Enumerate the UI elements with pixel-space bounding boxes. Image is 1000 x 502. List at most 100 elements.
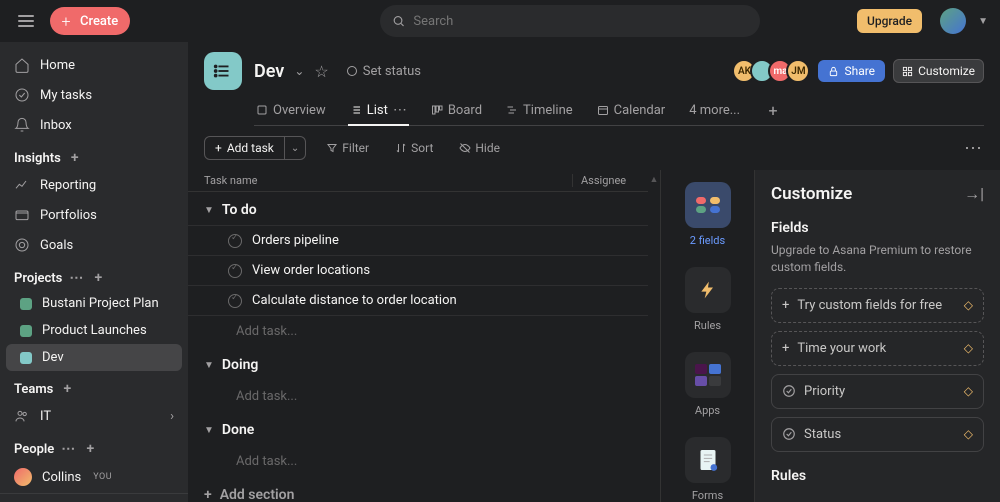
tab-more[interactable]: 4 more...	[687, 97, 742, 126]
add-task-inline[interactable]: Add task...	[188, 446, 648, 477]
lock-icon	[828, 66, 839, 77]
tab-board[interactable]: Board	[429, 97, 484, 126]
task-row[interactable]: View order locations	[188, 255, 648, 286]
people-label: Collins	[42, 470, 81, 485]
menu-toggle[interactable]	[12, 7, 40, 35]
column-task-name: Task name	[204, 174, 572, 187]
add-task-inline[interactable]: Add task...	[188, 381, 648, 412]
complete-checkbox[interactable]	[228, 234, 242, 248]
fields-icon	[685, 182, 731, 228]
project-color-chip	[20, 352, 32, 364]
column-assignee: Assignee	[572, 174, 632, 187]
tab-list[interactable]: List⋯	[348, 96, 409, 126]
nav-home[interactable]: Home	[0, 50, 188, 80]
status-dot-icon	[347, 66, 357, 76]
chevron-down-icon[interactable]: ⌄	[294, 64, 304, 78]
time-your-work[interactable]: + Time your work ◇	[771, 331, 984, 366]
user-avatar[interactable]	[940, 8, 966, 34]
nav-portfolios[interactable]: Portfolios	[0, 200, 188, 230]
team-label: IT	[40, 409, 51, 424]
project-label: Product Launches	[42, 323, 147, 338]
plus-icon[interactable]: +	[90, 270, 106, 286]
rail-rules[interactable]: Rules	[685, 267, 731, 332]
upgrade-button[interactable]: Upgrade	[857, 9, 922, 33]
add-tab-button[interactable]: +	[762, 100, 784, 122]
project-item-active[interactable]: Dev	[6, 344, 182, 371]
try-custom-fields[interactable]: + Try custom fields for free ◇	[771, 288, 984, 323]
more-icon[interactable]: ⋯	[68, 270, 84, 286]
complete-checkbox[interactable]	[228, 294, 242, 308]
folder-icon	[14, 207, 30, 223]
nav-reporting[interactable]: Reporting	[0, 170, 188, 200]
field-status[interactable]: Status ◇	[771, 417, 984, 452]
plus-icon: +	[215, 141, 222, 155]
search-icon	[392, 14, 405, 28]
add-task-inline[interactable]: Add task...	[188, 316, 648, 347]
project-title: Dev	[254, 61, 284, 82]
overview-icon	[256, 104, 268, 116]
list-icon	[350, 104, 362, 116]
add-task-dropdown[interactable]: ⌄	[285, 136, 306, 160]
project-label: Bustani Project Plan	[42, 296, 159, 311]
search-input-wrap[interactable]	[380, 5, 760, 37]
hamburger-icon	[18, 15, 34, 27]
hide-button[interactable]: Hide	[453, 137, 506, 159]
plus-icon[interactable]: +	[67, 150, 83, 166]
sort-button[interactable]: Sort	[389, 137, 439, 159]
task-name: Calculate distance to order location	[252, 293, 457, 308]
create-button[interactable]: + Create	[50, 7, 130, 35]
toolbar-more-icon[interactable]: ⋯	[964, 138, 984, 159]
set-status-button[interactable]: Set status	[347, 64, 421, 79]
plus-icon[interactable]: +	[82, 441, 98, 457]
project-item[interactable]: Product Launches	[6, 317, 182, 344]
nav-my-tasks[interactable]: My tasks	[0, 80, 188, 110]
premium-badge-icon: ◇	[964, 384, 973, 398]
section-header[interactable]: ▼To do	[188, 192, 648, 226]
filter-button[interactable]: Filter	[320, 137, 375, 159]
add-section-button[interactable]: +Add section	[188, 477, 648, 502]
section-header[interactable]: ▼Doing	[188, 347, 648, 381]
nav-label: Portfolios	[40, 208, 97, 223]
nav-goals[interactable]: Goals	[0, 230, 188, 260]
task-row[interactable]: Calculate distance to order location	[188, 285, 648, 316]
task-name: Orders pipeline	[252, 233, 339, 248]
chart-icon	[14, 177, 30, 193]
rail-forms[interactable]: Forms	[685, 437, 731, 502]
tab-calendar[interactable]: Calendar	[595, 97, 668, 126]
target-icon	[14, 237, 30, 253]
rail-fields[interactable]: 2 fields	[685, 182, 731, 247]
tab-more-icon[interactable]: ⋯	[393, 102, 407, 118]
member-avatars[interactable]: AK ma JM	[732, 59, 810, 83]
search-input[interactable]	[413, 14, 748, 29]
calendar-icon	[597, 104, 609, 116]
project-item[interactable]: Bustani Project Plan	[6, 290, 182, 317]
nav-label: Reporting	[40, 178, 96, 193]
avatar-icon	[14, 468, 32, 486]
more-icon[interactable]: ⋯	[60, 441, 76, 457]
tab-timeline[interactable]: Timeline	[504, 97, 575, 126]
people-item[interactable]: Collins YOU	[0, 461, 188, 493]
nav-inbox[interactable]: Inbox	[0, 110, 188, 140]
task-row[interactable]: Orders pipeline	[188, 225, 648, 256]
section-header[interactable]: ▼Done	[188, 412, 648, 446]
field-priority[interactable]: Priority ◇	[771, 374, 984, 409]
share-button[interactable]: Share	[818, 60, 885, 82]
plus-icon[interactable]: +	[59, 381, 75, 397]
add-task-button[interactable]: +Add task	[204, 136, 285, 160]
collapse-icon[interactable]: →|	[964, 184, 984, 204]
tab-overview[interactable]: Overview	[254, 97, 328, 126]
chevron-down-icon[interactable]: ▼	[978, 16, 988, 27]
complete-checkbox[interactable]	[228, 264, 242, 278]
nav-label: My tasks	[40, 88, 92, 103]
star-icon[interactable]: ☆	[314, 62, 328, 81]
people-heading: People ⋯ +	[0, 431, 188, 461]
plus-icon: +	[56, 11, 76, 31]
rail-apps[interactable]: Apps	[685, 352, 731, 417]
customize-panel: Customize →| Fields Upgrade to Asana Pre…	[754, 170, 1000, 502]
customize-button[interactable]: Customize	[893, 59, 984, 83]
premium-badge-icon: ◇	[964, 427, 973, 441]
tag-icon	[782, 384, 796, 398]
timeline-icon	[506, 104, 518, 116]
team-item[interactable]: IT ›	[0, 401, 188, 431]
scrollbar[interactable]: ▲	[648, 170, 660, 502]
